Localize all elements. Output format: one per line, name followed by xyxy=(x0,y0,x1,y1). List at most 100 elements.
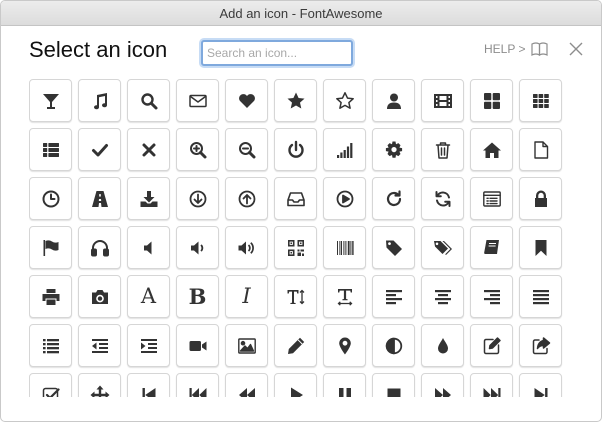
th-tile[interactable] xyxy=(519,79,562,122)
file-tile[interactable] xyxy=(519,128,562,171)
film-tile[interactable] xyxy=(421,79,464,122)
flag-tile[interactable] xyxy=(29,226,72,269)
flag-icon xyxy=(41,238,61,258)
th-list-tile[interactable] xyxy=(29,128,72,171)
repeat-tile[interactable] xyxy=(372,177,415,220)
help-link[interactable]: HELP > xyxy=(484,42,525,56)
forward-icon xyxy=(433,385,453,397)
lock-tile[interactable] xyxy=(519,177,562,220)
outdent-tile[interactable] xyxy=(78,324,121,367)
envelope-tile[interactable] xyxy=(176,79,219,122)
home-tile[interactable] xyxy=(470,128,513,171)
share-tile[interactable] xyxy=(519,324,562,367)
user-tile[interactable] xyxy=(372,79,415,122)
volume-off-tile[interactable] xyxy=(127,226,170,269)
inbox-tile[interactable] xyxy=(274,177,317,220)
qrcode-tile[interactable] xyxy=(274,226,317,269)
volume-down-tile[interactable] xyxy=(176,226,219,269)
cog-tile[interactable] xyxy=(372,128,415,171)
align-justify-tile[interactable] xyxy=(519,275,562,318)
file-icon xyxy=(531,140,551,160)
download-icon xyxy=(139,189,159,209)
step-forward-icon xyxy=(531,385,551,397)
volume-up-icon xyxy=(237,238,257,258)
star-outline-tile[interactable] xyxy=(323,79,366,122)
volume-up-tile[interactable] xyxy=(225,226,268,269)
map-marker-tile[interactable] xyxy=(323,324,366,367)
volume-off-icon xyxy=(139,238,159,258)
check-tile[interactable] xyxy=(78,128,121,171)
fast-forward-tile[interactable] xyxy=(470,373,513,397)
text-width-tile[interactable] xyxy=(323,275,366,318)
align-center-tile[interactable] xyxy=(421,275,464,318)
backward-tile[interactable] xyxy=(225,373,268,397)
adjust-tile[interactable] xyxy=(372,324,415,367)
camera-tile[interactable] xyxy=(78,275,121,318)
download-tile[interactable] xyxy=(127,177,170,220)
align-left-icon xyxy=(384,287,404,307)
arrow-circle-up-tile[interactable] xyxy=(225,177,268,220)
forward-tile[interactable] xyxy=(421,373,464,397)
indent-tile[interactable] xyxy=(127,324,170,367)
italic-tile[interactable]: I xyxy=(225,275,268,318)
trash-tile[interactable] xyxy=(421,128,464,171)
bold-tile[interactable]: B xyxy=(176,275,219,318)
italic-glyph: I xyxy=(242,284,251,308)
th-large-tile[interactable] xyxy=(470,79,513,122)
arrow-circle-down-icon xyxy=(188,189,208,209)
stop-tile[interactable] xyxy=(372,373,415,397)
zoom-out-tile[interactable] xyxy=(225,128,268,171)
zoom-in-tile[interactable] xyxy=(176,128,219,171)
open-book-icon[interactable] xyxy=(531,41,548,57)
fast-backward-tile[interactable] xyxy=(176,373,219,397)
tag-tile[interactable] xyxy=(372,226,415,269)
icon-grid-viewport[interactable]: ABI xyxy=(29,79,577,397)
glass-tile[interactable] xyxy=(29,79,72,122)
picture-tile[interactable] xyxy=(225,324,268,367)
close-icon[interactable] xyxy=(568,41,584,57)
font-tile[interactable]: A xyxy=(127,275,170,318)
indent-icon xyxy=(139,336,159,356)
signal-tile[interactable] xyxy=(323,128,366,171)
arrows-tile[interactable] xyxy=(78,373,121,397)
edit-tile[interactable] xyxy=(470,324,513,367)
list-tile[interactable] xyxy=(29,324,72,367)
check-square-tile[interactable] xyxy=(29,373,72,397)
play-circle-tile[interactable] xyxy=(323,177,366,220)
music-tile[interactable] xyxy=(78,79,121,122)
pencil-tile[interactable] xyxy=(274,324,317,367)
bookmark-tile[interactable] xyxy=(519,226,562,269)
refresh-tile[interactable] xyxy=(421,177,464,220)
star-tile[interactable] xyxy=(274,79,317,122)
align-left-tile[interactable] xyxy=(372,275,415,318)
headphones-tile[interactable] xyxy=(78,226,121,269)
arrow-circle-down-tile[interactable] xyxy=(176,177,219,220)
align-right-tile[interactable] xyxy=(470,275,513,318)
play-tile[interactable] xyxy=(274,373,317,397)
glass-icon xyxy=(41,91,61,111)
search-tile[interactable] xyxy=(127,79,170,122)
barcode-tile[interactable] xyxy=(323,226,366,269)
times-tile[interactable] xyxy=(127,128,170,171)
search-input[interactable] xyxy=(201,40,353,66)
tags-tile[interactable] xyxy=(421,226,464,269)
step-backward-tile[interactable] xyxy=(127,373,170,397)
heart-icon xyxy=(237,91,257,111)
pause-tile[interactable] xyxy=(323,373,366,397)
play-icon xyxy=(286,385,306,397)
book-tile[interactable] xyxy=(470,226,513,269)
step-forward-tile[interactable] xyxy=(519,373,562,397)
envelope-icon xyxy=(188,91,208,111)
print-tile[interactable] xyxy=(29,275,72,318)
book-icon xyxy=(482,238,502,258)
road-tile[interactable] xyxy=(78,177,121,220)
video-camera-tile[interactable] xyxy=(176,324,219,367)
text-height-tile[interactable] xyxy=(274,275,317,318)
clock-tile[interactable] xyxy=(29,177,72,220)
font-glyph: A xyxy=(140,284,157,308)
backward-icon xyxy=(237,385,257,397)
list-alt-tile[interactable] xyxy=(470,177,513,220)
power-off-tile[interactable] xyxy=(274,128,317,171)
heart-tile[interactable] xyxy=(225,79,268,122)
tint-tile[interactable] xyxy=(421,324,464,367)
